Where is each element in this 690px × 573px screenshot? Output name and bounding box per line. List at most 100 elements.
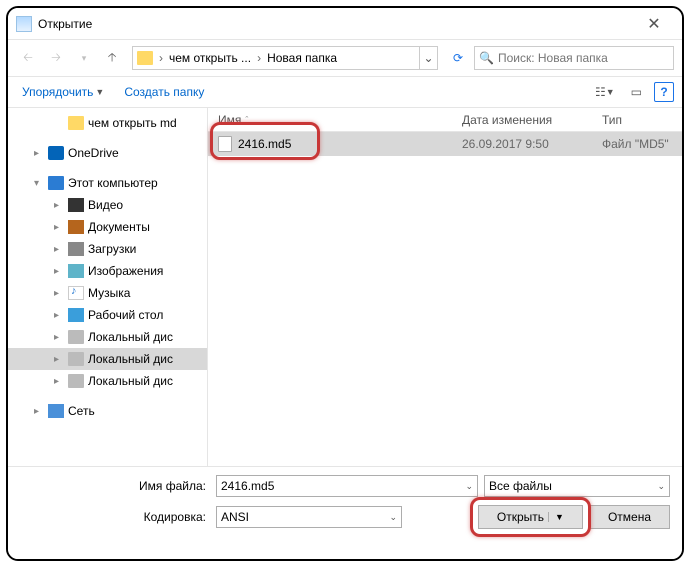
preview-pane-button[interactable]: ▭: [627, 83, 646, 101]
onedrive-icon: [48, 146, 64, 160]
disk-icon: [68, 330, 84, 344]
refresh-button[interactable]: ⟳: [446, 46, 470, 70]
pc-icon: [48, 176, 64, 190]
tree-item[interactable]: ▸ Видео: [8, 194, 207, 216]
sort-asc-icon: ˆ: [245, 115, 248, 125]
folder-icon: [68, 116, 84, 130]
notepad-icon: [16, 16, 32, 32]
net-icon: [48, 404, 64, 418]
up-button[interactable]: 🡡: [100, 46, 124, 70]
filename-label: Имя файла:: [20, 479, 210, 493]
expand-icon[interactable]: ▸: [34, 148, 44, 159]
tree-item[interactable]: ▸ Изображения: [8, 260, 207, 282]
tree-item[interactable]: ▸ Локальный дис: [8, 326, 207, 348]
path-segment[interactable]: Новая папка: [263, 47, 341, 69]
expand-icon[interactable]: ▸: [54, 244, 64, 255]
tree-item[interactable]: чем открыть md: [8, 112, 207, 134]
search-icon: 🔍: [479, 51, 494, 65]
search-input[interactable]: [498, 51, 669, 65]
expand-icon[interactable]: ▸: [54, 354, 64, 365]
chevron-down-icon: ⌄: [465, 481, 473, 492]
chevron-down-icon: ⌄: [657, 481, 665, 492]
search-box[interactable]: 🔍: [474, 46, 674, 70]
expand-icon[interactable]: ▸: [34, 406, 44, 417]
tree-item-label: Локальный дис: [88, 330, 173, 344]
organize-button[interactable]: Упорядочить ▼: [16, 81, 110, 103]
tree-item-label: Изображения: [88, 264, 163, 278]
folder-icon: [137, 51, 153, 65]
column-date[interactable]: Дата изменения: [462, 113, 602, 127]
bottom-panel: Имя файла: 2416.md5 ⌄ Все файлы ⌄ Кодиро…: [8, 466, 682, 545]
navigation-tree[interactable]: чем открыть md ▸ OneDrive ▾ Этот компьютер ▸ В…: [8, 108, 208, 466]
tree-item[interactable]: ▸ Локальный дис: [8, 348, 207, 370]
expand-icon[interactable]: ▸: [54, 310, 64, 321]
pics-icon: [68, 264, 84, 278]
back-button[interactable]: 🡠: [16, 46, 40, 70]
toolbar: Упорядочить ▼ Создать папку ☷ ▼ ▭ ?: [8, 76, 682, 108]
file-name: 2416.md5: [238, 137, 291, 151]
expand-icon[interactable]: ▸: [54, 266, 64, 277]
chevron-right-icon[interactable]: ›: [255, 51, 263, 65]
expand-icon[interactable]: ▸: [54, 376, 64, 387]
expand-icon[interactable]: ▸: [54, 288, 64, 299]
forward-button[interactable]: 🡢: [44, 46, 68, 70]
chevron-right-icon[interactable]: ›: [157, 51, 165, 65]
tree-item-label: Документы: [88, 220, 150, 234]
filename-input[interactable]: 2416.md5 ⌄: [216, 475, 478, 497]
disk-icon: [68, 374, 84, 388]
open-file-dialog: Открытие ✕ 🡠 🡢 ▾ 🡡 › чем открыть ... › Н…: [8, 8, 682, 559]
new-folder-button[interactable]: Создать папку: [118, 81, 210, 103]
recent-dropdown[interactable]: ▾: [72, 46, 96, 70]
expand-icon[interactable]: ▸: [54, 222, 64, 233]
address-bar[interactable]: › чем открыть ... › Новая папка ⌄: [132, 46, 438, 70]
column-name[interactable]: Имя ˆ: [208, 113, 462, 127]
file-row[interactable]: 2416.md526.09.2017 9:50Файл "MD5": [208, 132, 682, 156]
tree-item[interactable]: ▸ Локальный дис: [8, 370, 207, 392]
tree-item-label: Видео: [88, 198, 123, 212]
tree-item[interactable]: ▸ Загрузки: [8, 238, 207, 260]
tree-item-label: OneDrive: [68, 146, 119, 160]
file-type: Файл "MD5": [602, 137, 682, 151]
tree-item-label: Этот компьютер: [68, 176, 158, 190]
music-icon: [68, 286, 84, 300]
tree-item-label: Локальный дис: [88, 374, 173, 388]
dialog-title: Открытие: [38, 17, 634, 31]
tree-item-label: Загрузки: [88, 242, 136, 256]
expand-icon[interactable]: ▸: [54, 332, 64, 343]
tree-item[interactable]: ▸ Рабочий стол: [8, 304, 207, 326]
docs-icon: [68, 220, 84, 234]
file-list-pane: Имя ˆ Дата изменения Тип 2416.md526.09.2…: [208, 108, 682, 466]
tree-item-label: Рабочий стол: [88, 308, 163, 322]
tree-item[interactable]: ▸ Музыка: [8, 282, 207, 304]
path-segment[interactable]: чем открыть ...: [165, 47, 255, 69]
tree-item-label: чем открыть md: [88, 116, 177, 130]
column-type[interactable]: Тип: [602, 113, 682, 127]
expand-icon[interactable]: ▸: [54, 200, 64, 211]
address-dropdown[interactable]: ⌄: [419, 47, 437, 69]
tree-item[interactable]: ▸ Сеть: [8, 400, 207, 422]
open-dropdown-icon[interactable]: ▼: [548, 512, 564, 522]
titlebar: Открытие ✕: [8, 8, 682, 40]
tree-item[interactable]: ▸ Документы: [8, 216, 207, 238]
chevron-down-icon: ⌄: [389, 512, 397, 523]
tree-item-label: Локальный дис: [88, 352, 173, 366]
disk-icon: [68, 352, 84, 366]
file-type-filter[interactable]: Все файлы ⌄: [484, 475, 670, 497]
view-options-button[interactable]: ☷ ▼: [591, 83, 619, 101]
expand-icon[interactable]: ▾: [34, 178, 44, 189]
help-button[interactable]: ?: [654, 82, 674, 102]
file-icon: [218, 136, 232, 152]
column-headers[interactable]: Имя ˆ Дата изменения Тип: [208, 108, 682, 132]
tree-item-label: Сеть: [68, 404, 95, 418]
tree-item[interactable]: ▸ OneDrive: [8, 142, 207, 164]
video-icon: [68, 198, 84, 212]
cancel-button[interactable]: Отмена: [589, 505, 670, 529]
dl-icon: [68, 242, 84, 256]
open-button[interactable]: Открыть ▼: [478, 505, 583, 529]
navigation-bar: 🡠 🡢 ▾ 🡡 › чем открыть ... › Новая папка …: [8, 40, 682, 76]
close-button[interactable]: ✕: [634, 10, 674, 38]
tree-item-label: Музыка: [88, 286, 130, 300]
encoding-label: Кодировка:: [20, 510, 210, 524]
encoding-select[interactable]: ANSI ⌄: [216, 506, 402, 528]
tree-item[interactable]: ▾ Этот компьютер: [8, 172, 207, 194]
